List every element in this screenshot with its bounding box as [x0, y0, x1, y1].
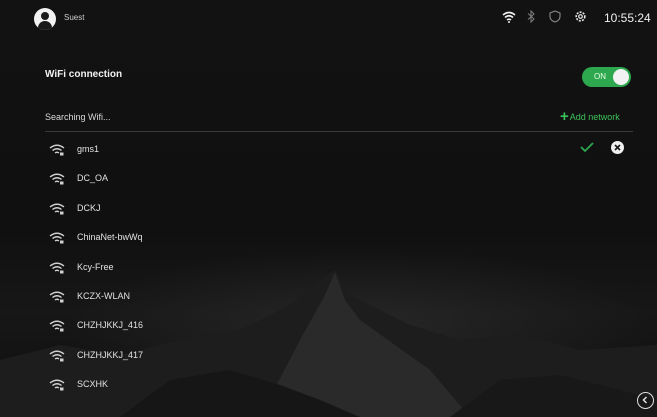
toggle-knob — [613, 69, 629, 85]
network-row[interactable]: CHZHJKKJ_417 — [45, 341, 635, 370]
wifi-icon — [502, 10, 516, 28]
network-name: Kcy-Free — [77, 261, 114, 272]
bluetooth-icon — [527, 9, 535, 28]
network-name: SCXHK — [77, 379, 109, 390]
network-name: CHZHJKKJ_416 — [77, 320, 144, 331]
avatar-body-shape — [38, 21, 52, 30]
wifi-signal-icon — [49, 172, 65, 185]
wifi-signal-icon — [49, 143, 65, 156]
network-row[interactable]: CHZHJKKJ_416 — [45, 311, 635, 340]
user-name: Suest — [64, 13, 85, 22]
network-name: CHZHJKKJ_417 — [77, 349, 144, 360]
forget-network-button[interactable] — [611, 141, 624, 154]
chevron-left-icon — [642, 396, 648, 404]
network-row[interactable]: DC_OA — [45, 164, 635, 193]
network-name: gms1 — [77, 144, 100, 154]
network-name: DC_OA — [77, 173, 109, 184]
wifi-connection-title: WiFi connection — [45, 69, 123, 80]
wifi-signal-icon — [49, 202, 65, 215]
add-network-button[interactable]: + Add network — [560, 109, 620, 125]
network-row[interactable]: DCKJ — [45, 194, 635, 223]
checkmark-icon — [579, 140, 595, 154]
toggle-label: ON — [594, 72, 606, 81]
network-row[interactable]: SCXHK — [45, 370, 635, 399]
avatar-head-shape — [41, 12, 49, 20]
add-network-label: Add network — [569, 112, 620, 122]
divider — [45, 131, 633, 132]
network-row[interactable]: Kcy-Free — [45, 253, 635, 282]
wifi-toggle[interactable]: ON — [582, 67, 631, 87]
wifi-signal-icon — [49, 290, 65, 303]
searching-status: Searching Wifi... — [45, 112, 111, 122]
settings-icon[interactable] — [574, 10, 587, 28]
status-bar: Suest 10:55:24 — [0, 0, 657, 36]
wifi-signal-icon — [49, 231, 65, 244]
network-list: gms1 DC_OA DCKJ ChinaNet-bwWq Kcy-Free KCZX-W… — [45, 135, 635, 400]
network-row[interactable]: gms1 — [45, 135, 635, 164]
wifi-signal-icon — [49, 349, 65, 362]
avatar[interactable] — [34, 8, 56, 30]
clock: 10:55:24 — [604, 11, 651, 25]
network-row[interactable]: KCZX-WLAN — [45, 282, 635, 311]
back-button[interactable] — [637, 392, 654, 409]
network-name: DCKJ — [77, 202, 101, 213]
shield-icon — [549, 10, 561, 28]
wifi-signal-icon — [49, 319, 65, 332]
wifi-signal-icon — [49, 261, 65, 274]
plus-icon: + — [560, 108, 569, 125]
wifi-signal-icon — [49, 378, 65, 391]
network-name: ChinaNet-bwWq — [77, 232, 143, 243]
network-name: KCZX-WLAN — [77, 290, 131, 301]
close-icon — [614, 144, 621, 151]
network-row[interactable]: ChinaNet-bwWq — [45, 223, 635, 252]
